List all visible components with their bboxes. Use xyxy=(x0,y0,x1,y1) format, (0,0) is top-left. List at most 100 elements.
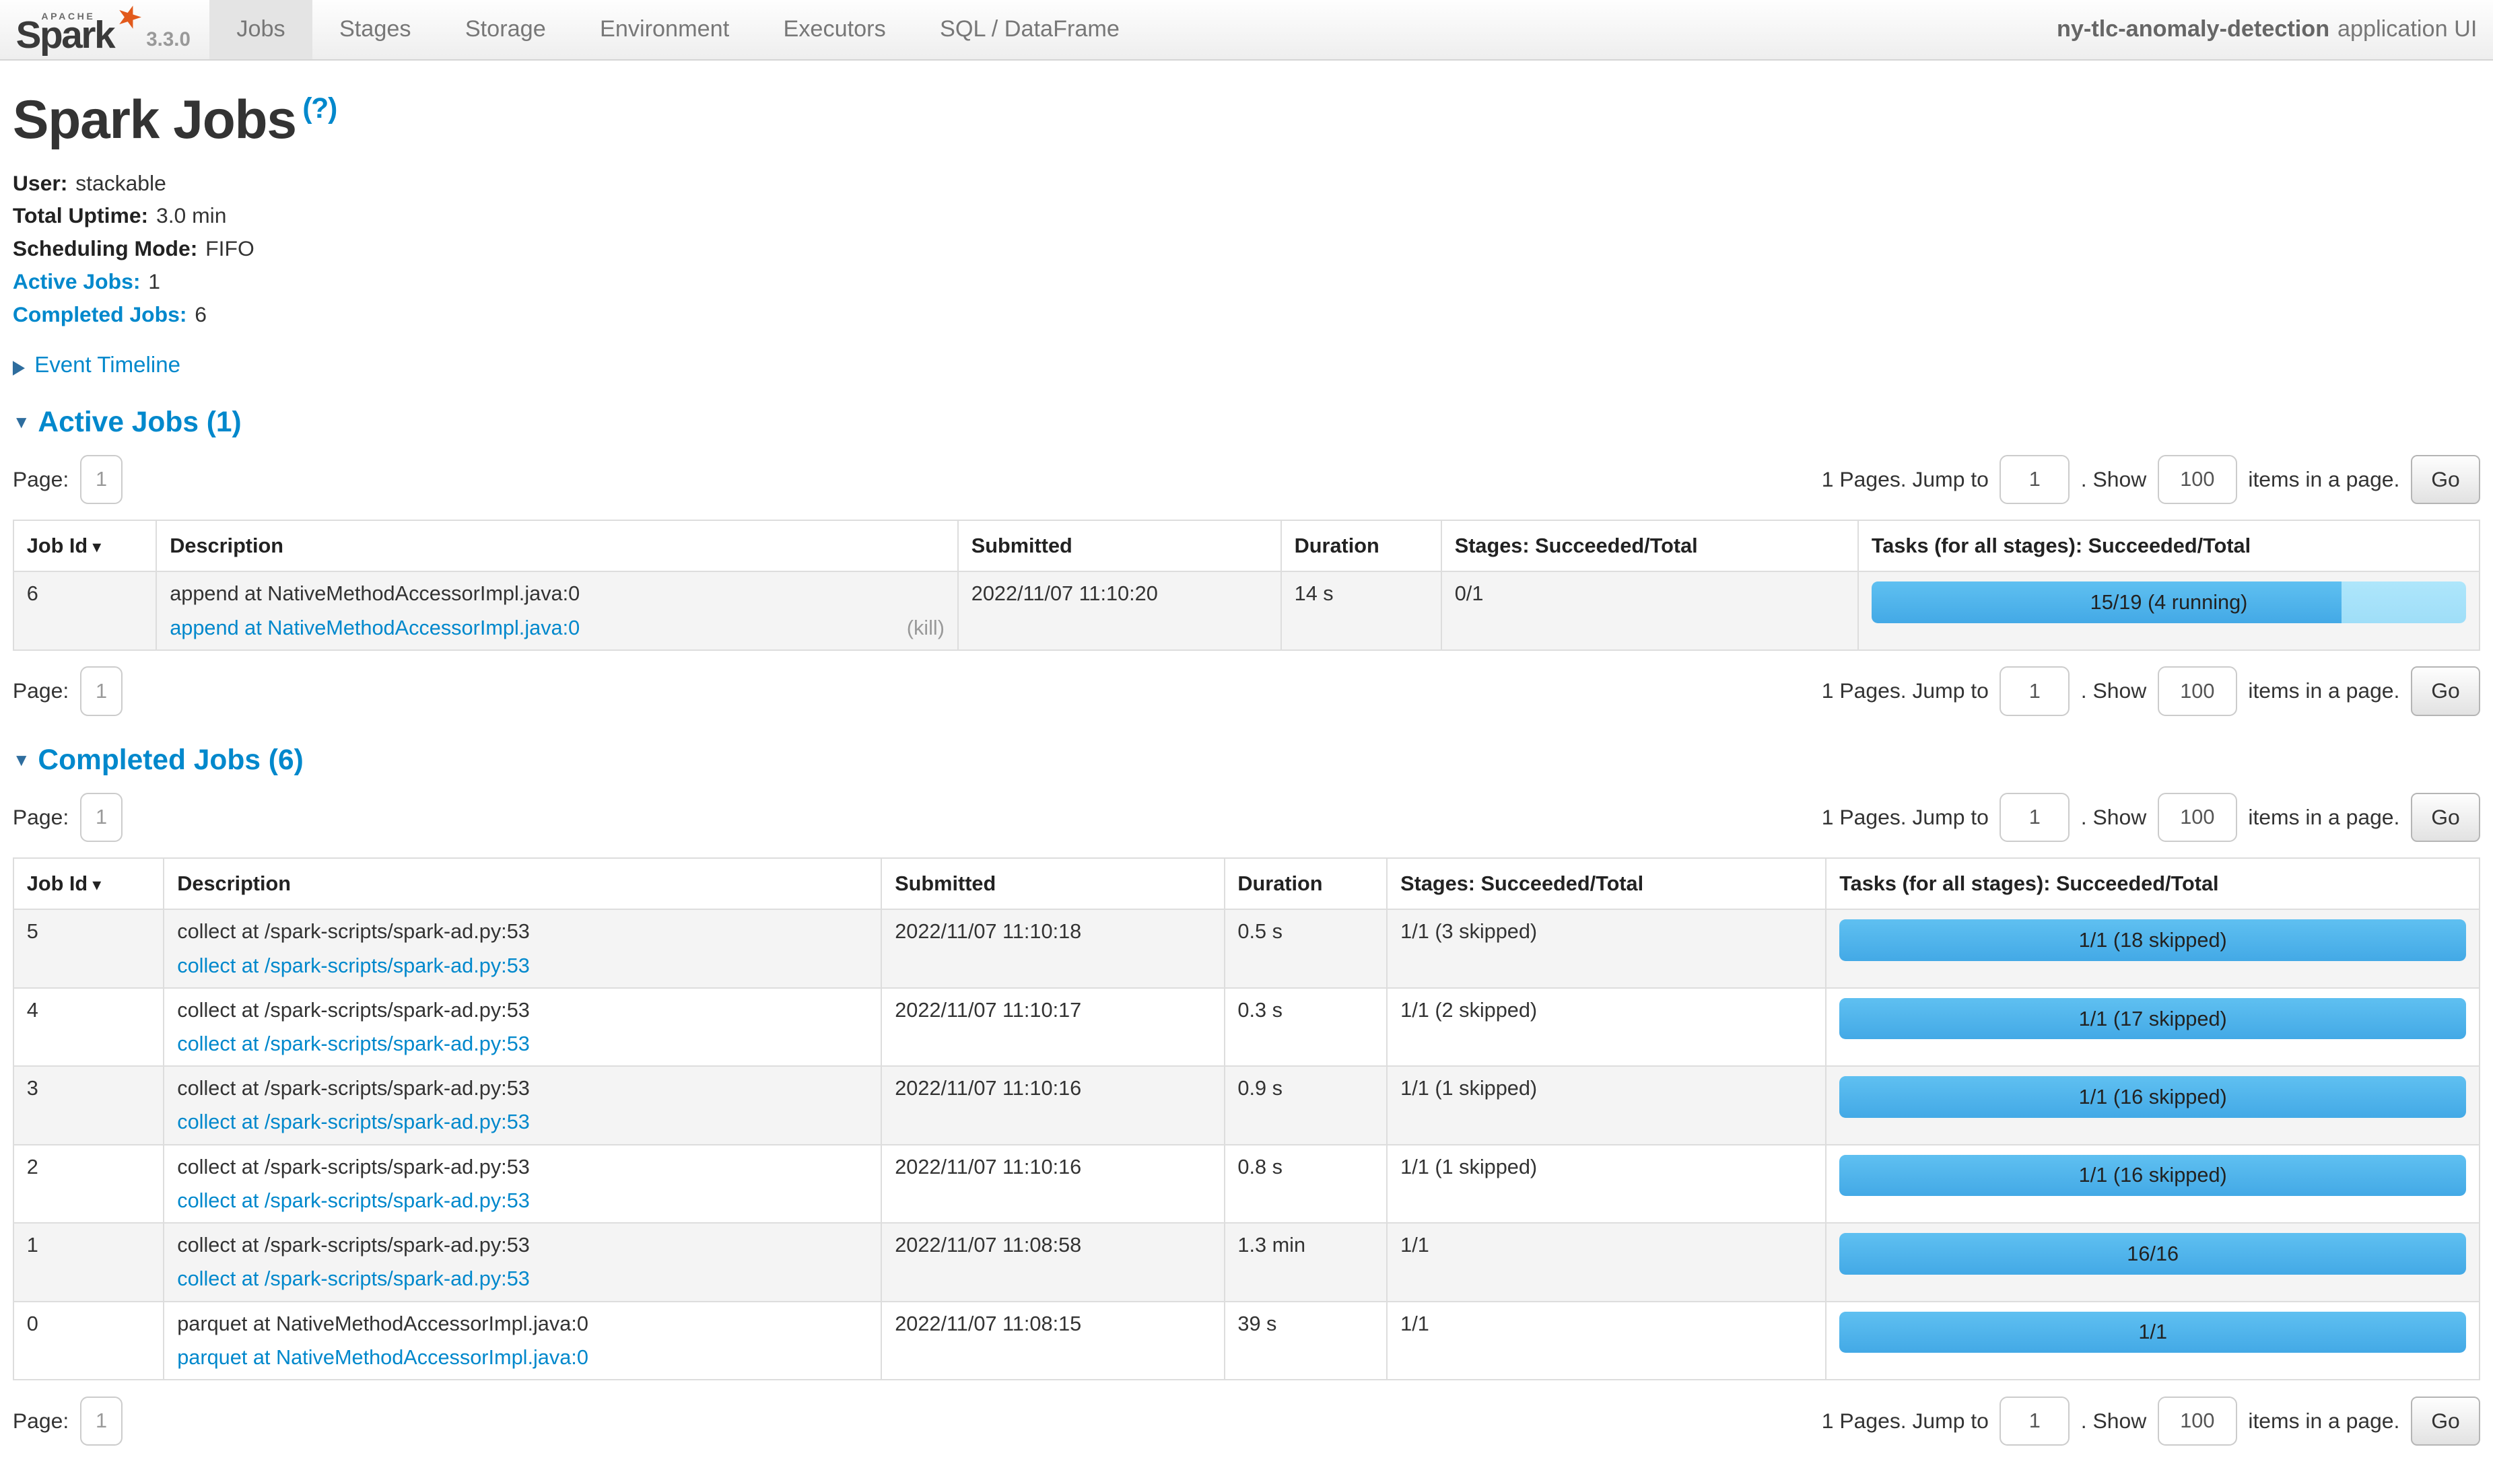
jump-to-input[interactable] xyxy=(2000,1397,2070,1446)
job-description-link[interactable]: collect at /spark-scripts/spark-ad.py:53 xyxy=(177,954,530,978)
job-description-link[interactable]: collect at /spark-scripts/spark-ad.py:53 xyxy=(177,1189,530,1213)
active-jobs-link[interactable]: Active Jobs: xyxy=(13,269,141,293)
tasks-cell: 1/1 (18 skipped) xyxy=(1826,909,2480,987)
page-input[interactable] xyxy=(80,1397,123,1446)
table-row: 4 collect at /spark-scripts/spark-ad.py:… xyxy=(13,988,2480,1066)
tasks-cell: 1/1 (16 skipped) xyxy=(1826,1066,2480,1144)
page-input[interactable] xyxy=(80,666,123,715)
progress-label: 1/1 xyxy=(1839,1312,2466,1353)
spark-logo[interactable]: APACHE Spark ★ 3.3.0 xyxy=(0,0,209,59)
progress-label: 1/1 (16 skipped) xyxy=(1839,1076,2466,1117)
info-active-value: 1 xyxy=(148,269,160,293)
duration-cell: 39 s xyxy=(1225,1302,1388,1380)
header-description[interactable]: Description xyxy=(164,858,881,909)
show-text: . Show xyxy=(2081,1409,2146,1434)
pages-text: 1 Pages. Jump to xyxy=(1822,467,1989,492)
show-text: . Show xyxy=(2081,678,2146,703)
jump-to-input[interactable] xyxy=(2000,793,2070,842)
job-id-cell: 1 xyxy=(13,1223,164,1301)
go-button[interactable]: Go xyxy=(2411,793,2480,842)
job-description: parquet at NativeMethodAccessorImpl.java… xyxy=(177,1312,868,1336)
info-scheduling-label: Scheduling Mode: xyxy=(13,236,197,260)
sort-desc-icon: ▾ xyxy=(92,536,101,557)
progress-label: 1/1 (17 skipped) xyxy=(1839,998,2466,1039)
stages-cell: 1/1 (2 skipped) xyxy=(1387,988,1826,1066)
progress-label: 1/1 (16 skipped) xyxy=(1839,1155,2466,1196)
tab-stages[interactable]: Stages xyxy=(312,0,438,59)
items-text: items in a page. xyxy=(2248,678,2399,703)
show-text: . Show xyxy=(2081,805,2146,830)
tab-environment[interactable]: Environment xyxy=(573,0,756,59)
header-stages[interactable]: Stages: Succeeded/Total xyxy=(1441,520,1858,571)
table-row: 5 collect at /spark-scripts/spark-ad.py:… xyxy=(13,909,2480,987)
table-row: 6 append at NativeMethodAccessorImpl.jav… xyxy=(13,571,2480,649)
header-submitted[interactable]: Submitted xyxy=(958,520,1281,571)
info-uptime-value: 3.0 min xyxy=(156,203,227,227)
header-duration[interactable]: Duration xyxy=(1225,858,1388,909)
event-timeline-toggle[interactable]: ▶ Event Timeline xyxy=(13,353,2480,378)
tasks-cell: 15/19 (4 running) xyxy=(1858,571,2480,649)
header-submitted[interactable]: Submitted xyxy=(881,858,1224,909)
caret-down-icon: ▼ xyxy=(13,412,30,433)
page-input[interactable] xyxy=(80,793,123,842)
show-items-input[interactable] xyxy=(2158,666,2237,715)
table-row: 2 collect at /spark-scripts/spark-ad.py:… xyxy=(13,1145,2480,1223)
description-cell: collect at /spark-scripts/spark-ad.py:53… xyxy=(164,1066,881,1144)
go-button[interactable]: Go xyxy=(2411,666,2480,715)
tab-sql-dataframe[interactable]: SQL / DataFrame xyxy=(913,0,1147,59)
kill-link[interactable]: (kill) xyxy=(907,616,945,640)
table-header-row: Job Id▾ Description Submitted Duration S… xyxy=(13,520,2480,571)
tab-jobs[interactable]: Jobs xyxy=(209,0,312,59)
spark-logo-wordmark: Spark xyxy=(16,13,114,57)
show-items-input[interactable] xyxy=(2158,793,2237,842)
header-tasks[interactable]: Tasks (for all stages): Succeeded/Total xyxy=(1826,858,2480,909)
header-job-id[interactable]: Job Id▾ xyxy=(13,520,156,571)
tasks-progress-bar: 1/1 (17 skipped) xyxy=(1839,998,2466,1039)
tasks-progress-bar: 1/1 (16 skipped) xyxy=(1839,1076,2466,1117)
completed-jobs-header[interactable]: ▼Completed Jobs (6) xyxy=(13,744,2480,777)
page-label: Page: xyxy=(13,678,69,703)
duration-cell: 0.3 s xyxy=(1225,988,1388,1066)
show-items-input[interactable] xyxy=(2158,1397,2237,1446)
header-duration[interactable]: Duration xyxy=(1281,520,1441,571)
page-input[interactable] xyxy=(80,455,123,504)
tasks-progress-bar: 1/1 xyxy=(1839,1312,2466,1353)
items-text: items in a page. xyxy=(2248,1409,2399,1434)
spark-version: 3.3.0 xyxy=(146,28,191,55)
go-button[interactable]: Go xyxy=(2411,1397,2480,1446)
description-cell: append at NativeMethodAccessorImpl.java:… xyxy=(156,571,958,649)
event-timeline-label: Event Timeline xyxy=(34,353,180,378)
completed-pagination-bottom: Page: 1 Pages. Jump to . Show items in a… xyxy=(13,1397,2480,1446)
show-text: . Show xyxy=(2081,467,2146,492)
active-jobs-header[interactable]: ▼Active Jobs (1) xyxy=(13,407,2480,439)
job-id-cell: 3 xyxy=(13,1066,164,1144)
go-button[interactable]: Go xyxy=(2411,455,2480,504)
job-description-link[interactable]: parquet at NativeMethodAccessorImpl.java… xyxy=(177,1345,588,1370)
show-items-input[interactable] xyxy=(2158,455,2237,504)
completed-jobs-title: Completed Jobs (6) xyxy=(38,744,303,776)
tab-storage[interactable]: Storage xyxy=(438,0,573,59)
duration-cell: 0.5 s xyxy=(1225,909,1388,987)
info-scheduling-mode: Scheduling Mode:FIFO xyxy=(13,236,2480,261)
page-label: Page: xyxy=(13,467,69,492)
header-description[interactable]: Description xyxy=(156,520,958,571)
jump-to-input[interactable] xyxy=(2000,666,2070,715)
summary-info: User:stackable Total Uptime:3.0 min Sche… xyxy=(13,171,2480,327)
help-link[interactable]: (?) xyxy=(302,93,337,125)
job-description-link[interactable]: collect at /spark-scripts/spark-ad.py:53 xyxy=(177,1110,530,1134)
tab-executors[interactable]: Executors xyxy=(756,0,913,59)
header-tasks[interactable]: Tasks (for all stages): Succeeded/Total xyxy=(1858,520,2480,571)
header-job-id[interactable]: Job Id▾ xyxy=(13,858,164,909)
caret-right-icon: ▶ xyxy=(13,355,25,379)
jump-to-input[interactable] xyxy=(2000,455,2070,504)
job-description-link[interactable]: collect at /spark-scripts/spark-ad.py:53 xyxy=(177,1267,530,1291)
job-description-link[interactable]: append at NativeMethodAccessorImpl.java:… xyxy=(170,616,580,640)
page-content: Spark Jobs(?) User:stackable Total Uptim… xyxy=(0,89,2493,1483)
submitted-cell: 2022/11/07 11:10:16 xyxy=(881,1145,1224,1223)
completed-jobs-link[interactable]: Completed Jobs: xyxy=(13,302,187,326)
job-description-link[interactable]: collect at /spark-scripts/spark-ad.py:53 xyxy=(177,1032,530,1056)
submitted-cell: 2022/11/07 11:08:58 xyxy=(881,1223,1224,1301)
header-stages[interactable]: Stages: Succeeded/Total xyxy=(1387,858,1826,909)
completed-jobs-table: Job Id▾ Description Submitted Duration S… xyxy=(13,857,2480,1380)
pages-text: 1 Pages. Jump to xyxy=(1822,1409,1989,1434)
